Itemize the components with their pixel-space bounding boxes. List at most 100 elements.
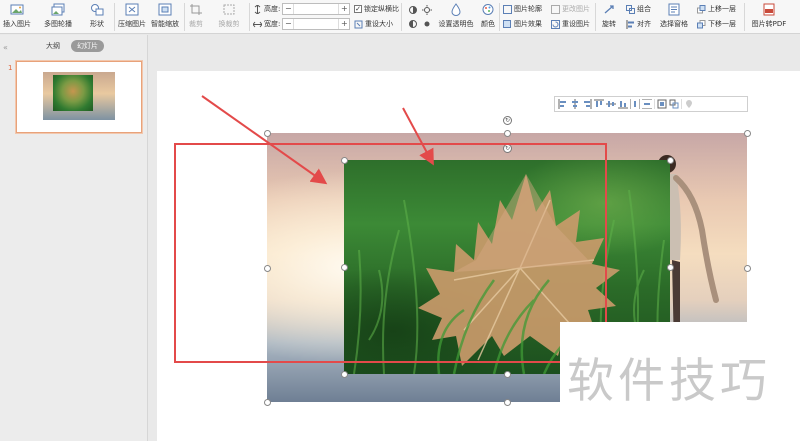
selection-pane-icon	[668, 3, 680, 16]
align-center-icon[interactable]	[570, 99, 580, 109]
lock-aspect-label: 锁定纵横比	[364, 5, 399, 13]
distribute-vertical-icon[interactable]	[642, 99, 652, 109]
effects-icon	[503, 19, 511, 28]
align-to-slide-icon[interactable]	[657, 99, 667, 109]
align-bottom-icon[interactable]	[618, 99, 628, 109]
picture-outline-button[interactable]: 图片轮廓	[503, 3, 542, 15]
resize-handle-ne[interactable]	[744, 130, 751, 137]
pdf-icon	[763, 3, 775, 16]
separator	[401, 3, 402, 31]
resize-handle-s[interactable]	[504, 399, 511, 406]
send-backward-label: 下移一层	[708, 20, 736, 28]
slide-thumbnail[interactable]	[16, 61, 142, 133]
contrast-up-icon[interactable]	[408, 5, 418, 15]
align-right-icon[interactable]	[582, 99, 592, 109]
tab-slides[interactable]: 幻灯片	[71, 40, 104, 52]
separator	[184, 3, 185, 31]
insert-picture-button[interactable]: 插入图片	[3, 0, 31, 34]
width-increment-button[interactable]: +	[339, 19, 349, 29]
group-button[interactable]: 组合	[626, 3, 651, 15]
multi-picture-label: 多图轮播	[44, 20, 72, 28]
transparent-color-icon	[451, 3, 461, 16]
smart-scale-icon	[158, 3, 172, 16]
picture-effects-button[interactable]: 图片效果	[503, 18, 542, 30]
watermark-text: 软件技巧	[567, 354, 771, 409]
height-decrement-button[interactable]: −	[283, 4, 293, 14]
reset-size-button[interactable]: 重设大小	[354, 18, 393, 30]
resize-handle-sw[interactable]	[264, 399, 271, 406]
picture-outline-label: 图片轮廓	[514, 5, 542, 13]
picture-effects-label: 图片效果	[514, 20, 542, 28]
align-icon	[626, 19, 634, 29]
resize-handle-sw[interactable]	[341, 371, 348, 378]
height-row: 高度: − +	[253, 3, 351, 15]
outline-icon	[503, 4, 512, 14]
align-button[interactable]: 对齐	[626, 18, 651, 30]
rotate-button[interactable]: 旋转	[600, 0, 618, 34]
resize-handle-ne[interactable]	[667, 157, 674, 164]
change-picture-label: 更改图片	[562, 5, 590, 13]
replace-crop-button[interactable]: 换裁剪	[212, 0, 246, 34]
smart-scale-label: 智能缩放	[151, 20, 179, 28]
group-objects-icon[interactable]	[669, 99, 679, 109]
shape-icon	[91, 4, 104, 16]
resize-handle-n[interactable]	[504, 130, 511, 137]
collapse-pane-button[interactable]: «	[3, 43, 8, 52]
color-label: 颜色	[481, 20, 495, 28]
color-button[interactable]: 颜色	[478, 0, 498, 34]
reset-picture-button[interactable]: 重设图片	[551, 18, 590, 30]
send-backward-icon	[697, 19, 706, 28]
shape-button[interactable]: 形状	[86, 0, 108, 34]
resize-handle-nw[interactable]	[264, 130, 271, 137]
pin-icon[interactable]	[684, 99, 694, 109]
replace-crop-label: 换裁剪	[218, 20, 240, 28]
insert-picture-label: 插入图片	[3, 20, 31, 28]
align-top-icon[interactable]	[594, 99, 604, 109]
change-picture-button[interactable]: 更改图片	[551, 3, 590, 15]
separator	[654, 99, 655, 109]
bring-forward-button[interactable]: 上移一层	[697, 3, 736, 15]
align-middle-icon[interactable]	[606, 99, 616, 109]
align-label: 对齐	[637, 20, 651, 28]
resize-handle-e[interactable]	[744, 265, 751, 272]
brightness-down-icon[interactable]	[422, 19, 432, 29]
set-transparent-button[interactable]: 设置透明色	[438, 0, 474, 34]
height-stepper[interactable]: − +	[282, 3, 351, 15]
width-decrement-button[interactable]: −	[283, 19, 293, 29]
picture-to-pdf-label: 图片转PDF	[751, 20, 787, 28]
selection-pane-button[interactable]: 选择窗格	[657, 0, 691, 34]
reset-picture-label: 重设图片	[562, 20, 590, 28]
bring-forward-icon	[697, 4, 706, 13]
change-picture-icon	[551, 4, 560, 14]
lock-aspect-check[interactable]: ✓	[354, 5, 362, 13]
multi-picture-button[interactable]: 多图轮播	[40, 0, 76, 34]
resize-handle-e[interactable]	[667, 264, 674, 271]
compress-picture-label: 压缩图片	[118, 20, 146, 28]
thumbnail-leaf-image	[53, 75, 93, 111]
smart-scale-button[interactable]: 智能缩放	[151, 0, 179, 34]
align-left-icon[interactable]	[558, 99, 568, 109]
compress-picture-button[interactable]: 压缩图片	[118, 0, 146, 34]
separator	[744, 3, 745, 31]
distribute-horizontal-icon[interactable]	[630, 99, 640, 109]
picture-to-pdf-button[interactable]: 图片转PDF	[748, 0, 790, 34]
compress-icon	[125, 3, 139, 16]
brightness-up-icon[interactable]	[422, 5, 432, 15]
send-backward-button[interactable]: 下移一层	[697, 18, 736, 30]
width-row: 宽度: − +	[253, 18, 351, 30]
picture-icon	[10, 4, 24, 15]
lock-aspect-checkbox[interactable]: ✓ 锁定纵横比	[354, 3, 399, 15]
contrast-down-icon[interactable]	[408, 19, 418, 29]
tab-outline[interactable]: 大纲	[46, 41, 60, 51]
crop-label: 裁剪	[189, 20, 203, 28]
bring-forward-label: 上移一层	[708, 5, 736, 13]
width-input[interactable]	[293, 19, 340, 29]
resize-handle-s[interactable]	[504, 371, 511, 378]
width-stepper[interactable]: − +	[282, 18, 351, 30]
rotate-handle[interactable]: ↻	[503, 116, 512, 125]
reset-picture-icon	[551, 19, 560, 29]
crop-button[interactable]: 裁剪	[187, 0, 205, 34]
height-input[interactable]	[293, 4, 340, 14]
slide-navigation-pane: « 大纲 幻灯片 1	[0, 35, 148, 441]
height-increment-button[interactable]: +	[339, 4, 349, 14]
